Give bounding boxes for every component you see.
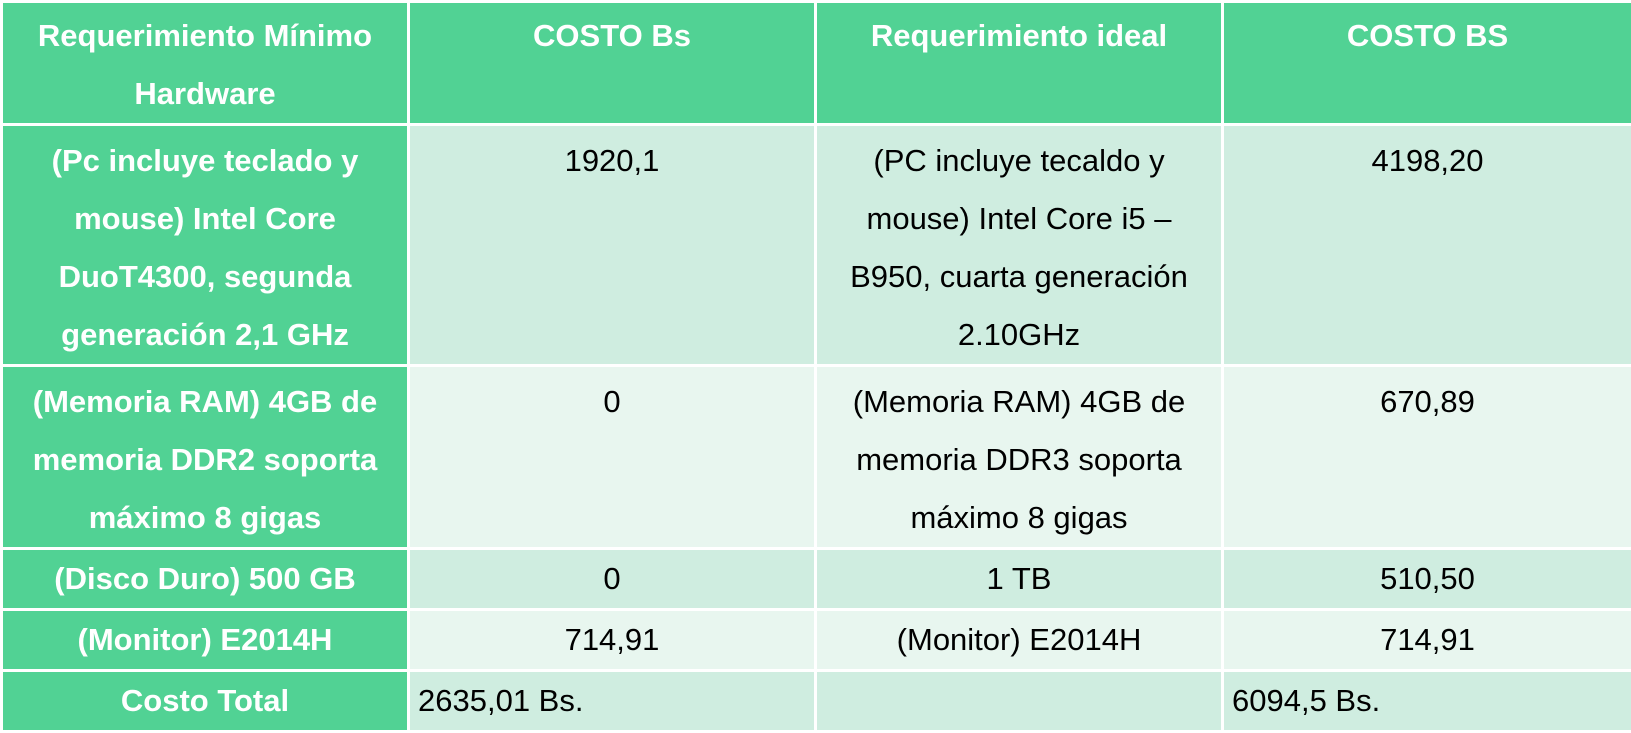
- row-minimo-label: (Disco Duro) 500 GB: [2, 549, 409, 610]
- row-costo-minimo: 1920,1: [409, 125, 816, 366]
- row-costo-ideal: 510,50: [1223, 549, 1631, 610]
- row-minimo-label: (Pc incluye teclado y mouse) Intel Core …: [2, 125, 409, 366]
- hardware-cost-table: Requerimiento Mínimo Hardware COSTO Bs R…: [0, 0, 1631, 733]
- header-costo-minimo: COSTO Bs: [409, 2, 816, 125]
- table-row: (Monitor) E2014H 714,91 (Monitor) E2014H…: [2, 610, 1631, 671]
- row-costo-ideal: 4198,20: [1223, 125, 1631, 366]
- table-row: (Memoria RAM) 4GB de memoria DDR2 soport…: [2, 366, 1631, 549]
- header-requerimiento-minimo: Requerimiento Mínimo Hardware: [2, 2, 409, 125]
- row-costo-ideal: 670,89: [1223, 366, 1631, 549]
- header-requerimiento-ideal: Requerimiento ideal: [816, 2, 1223, 125]
- total-ideal: [816, 671, 1223, 732]
- row-minimo-label: (Monitor) E2014H: [2, 610, 409, 671]
- row-minimo-label: (Memoria RAM) 4GB de memoria DDR2 soport…: [2, 366, 409, 549]
- total-row: Costo Total 2635,01 Bs. 6094,5 Bs.: [2, 671, 1631, 732]
- row-ideal: (Monitor) E2014H: [816, 610, 1223, 671]
- row-costo-minimo: 0: [409, 366, 816, 549]
- row-costo-minimo: 0: [409, 549, 816, 610]
- table-row: (Pc incluye teclado y mouse) Intel Core …: [2, 125, 1631, 366]
- row-costo-ideal: 714,91: [1223, 610, 1631, 671]
- row-ideal: (Memoria RAM) 4GB de memoria DDR3 soport…: [816, 366, 1223, 549]
- row-ideal: 1 TB: [816, 549, 1223, 610]
- row-costo-minimo: 714,91: [409, 610, 816, 671]
- total-costo-ideal: 6094,5 Bs.: [1223, 671, 1631, 732]
- table-header-row: Requerimiento Mínimo Hardware COSTO Bs R…: [2, 2, 1631, 125]
- table-row: (Disco Duro) 500 GB 0 1 TB 510,50: [2, 549, 1631, 610]
- header-costo-ideal: COSTO BS: [1223, 2, 1631, 125]
- row-ideal: (PC incluye tecaldo y mouse) Intel Core …: [816, 125, 1223, 366]
- total-costo-minimo: 2635,01 Bs.: [409, 671, 816, 732]
- total-label: Costo Total: [2, 671, 409, 732]
